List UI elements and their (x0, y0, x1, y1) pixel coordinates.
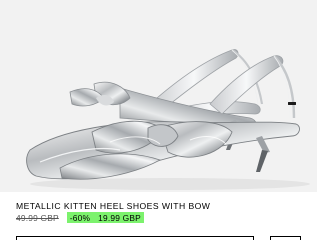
product-title[interactable]: METALLIC KITTEN HEEL SHOES WITH BOW (16, 201, 210, 211)
price-row: 49.99 GBP -60% 19.99 GBP (16, 212, 144, 223)
original-price: 49.99 GBP (16, 212, 59, 223)
wishlist-button[interactable] (270, 236, 301, 240)
product-image[interactable] (0, 0, 317, 192)
discount-percent: -60% (69, 212, 91, 223)
size-select[interactable] (16, 236, 254, 240)
sale-price: 19.99 GBP (98, 212, 141, 223)
sale-badge: -60% 19.99 GBP (66, 212, 144, 223)
